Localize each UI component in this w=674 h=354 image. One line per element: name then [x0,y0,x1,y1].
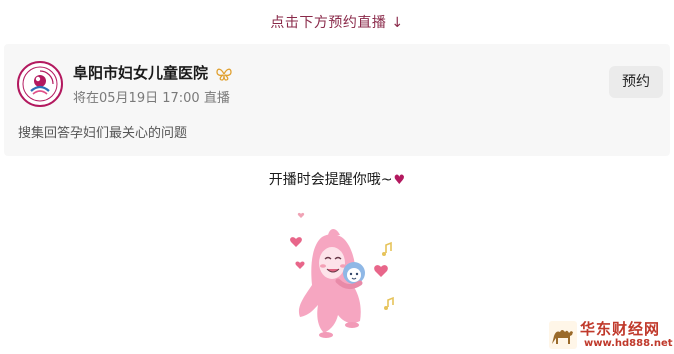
butterfly-verified-icon [216,67,232,81]
remind-text: 开播时会提醒你哦~ [268,172,393,188]
org-name-row[interactable]: 阜阳市妇女儿童医院 [73,62,232,83]
live-description: 搜集回答孕妇们最关心的问题 [18,126,188,141]
mascot-illustration [282,205,408,343]
heart-icon: ♥ [393,173,406,188]
remind-row: 开播时会提醒你哦~♥ [0,169,674,189]
live-card[interactable]: 阜阳市妇女儿童医院 将在05月19日 17:00 直播 预约 搜集回答孕妇们最关… [4,44,670,156]
watermark-title: 华东财经网 [580,320,661,338]
reserve-button[interactable]: 预约 [609,66,663,98]
live-schedule-text: 将在05月19日 17:00 直播 [73,91,230,106]
site-watermark: 华东财经网 www.hd888.net [548,318,673,352]
reserve-hint-text: 点击下方预约直播 ↓ [270,15,404,31]
hospital-logo-icon[interactable] [17,61,63,107]
org-name[interactable]: 阜阳市妇女儿童医院 [73,64,208,82]
watermark-url: www.hd888.net [584,338,673,349]
live-reservation-page: 点击下方预约直播 ↓ 阜阳市妇女儿童医院 将在05月19日 17:00 直播 预… [0,0,674,354]
camel-logo-icon [548,320,578,350]
